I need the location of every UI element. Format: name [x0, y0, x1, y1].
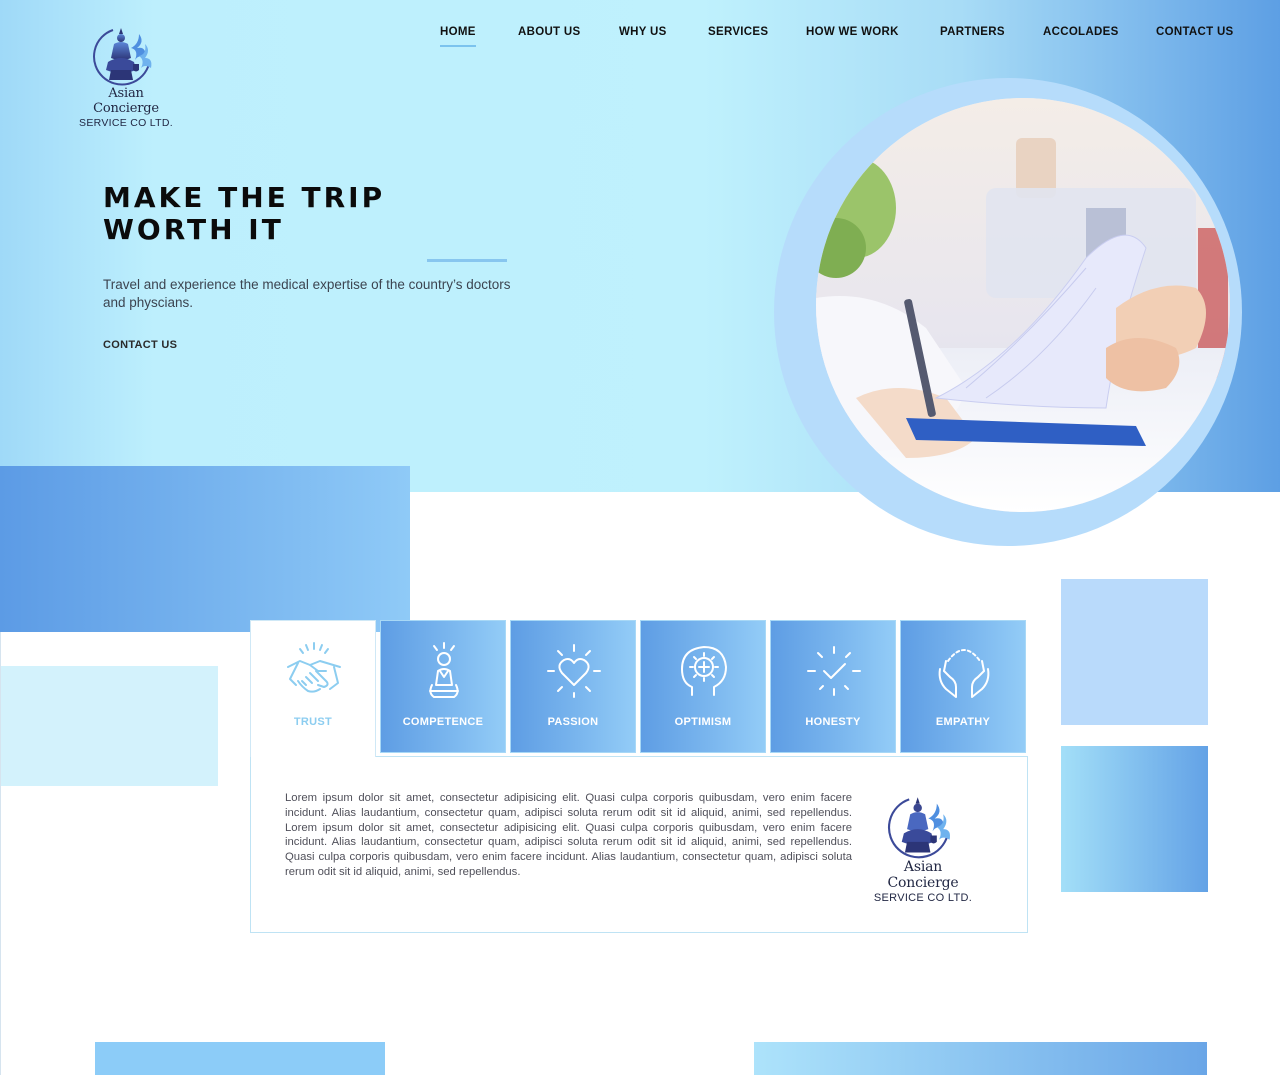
tab-competence[interactable]: COMPETENCE: [380, 620, 506, 753]
logo-name: Asian Concierge: [93, 86, 159, 116]
hero-title-line-2: WORTH IT: [103, 213, 284, 246]
tab-passion-label: PASSION: [547, 716, 599, 728]
nav-home[interactable]: HOME: [440, 26, 476, 47]
logo-subtitle: SERVICE CO LTD.: [79, 117, 173, 129]
buddha-logo-icon: [887, 797, 950, 859]
decorative-block: [754, 1042, 1207, 1075]
values-content-panel: Lorem ipsum dolor sit amet, consectetur …: [250, 756, 1028, 933]
tab-empathy[interactable]: EMPATHY: [900, 620, 1026, 753]
logo-name: Asian Concierge: [887, 859, 959, 891]
tab-passion[interactable]: PASSION: [510, 620, 636, 753]
tab-empathy-label: EMPATHY: [935, 716, 991, 728]
tab-trust-label: TRUST: [293, 716, 333, 728]
tab-honesty[interactable]: HONESTY: [770, 620, 896, 753]
logo-subtitle: SERVICE CO LTD.: [873, 892, 973, 904]
values-tabs: TRUST COMPETENCE PASSION OPTIMISM HONEST…: [250, 620, 1028, 757]
tab-honesty-label: HONESTY: [805, 716, 861, 728]
nav-services[interactable]: SERVICES: [708, 26, 768, 38]
tab-trust[interactable]: TRUST: [250, 620, 376, 757]
nav-about-us[interactable]: ABOUT US: [518, 26, 580, 38]
main-nav: HOME ABOUT US WHY US SERVICES HOW WE WOR…: [0, 26, 1280, 47]
tab-optimism-label: OPTIMISM: [674, 716, 732, 728]
decorative-block: [0, 666, 218, 786]
hero-subtitle: Travel and experience the medical expert…: [103, 277, 511, 310]
decorative-block: [0, 466, 410, 632]
doctor-writing-clipboard-photo: [816, 98, 1230, 512]
hero-divider: [427, 259, 507, 262]
nav-why-us[interactable]: WHY US: [619, 26, 667, 38]
hero-contact-button[interactable]: CONTACT US: [103, 339, 177, 351]
tab-optimism[interactable]: OPTIMISM: [640, 620, 766, 753]
page-edge-line: [0, 632, 1, 1075]
nav-accolades[interactable]: ACCOLADES: [1043, 26, 1119, 38]
hero-title-line-1: MAKE THE TRIP: [103, 181, 386, 214]
nav-how-we-work[interactable]: HOW WE WORK: [806, 26, 899, 38]
hero-title: MAKE THE TRIP WORTH IT: [103, 182, 523, 246]
tab-competence-label: COMPETENCE: [402, 716, 484, 728]
check-icon: [807, 646, 861, 696]
person-award-icon: [429, 642, 459, 698]
values-description: Lorem ipsum dolor sit amet, consectetur …: [285, 792, 852, 878]
panel-logo: Asian Concierge SERVICE CO LTD.: [871, 793, 975, 904]
hero-photo: [816, 98, 1230, 512]
decorative-block: [1061, 746, 1208, 892]
decorative-block: [95, 1042, 385, 1075]
caring-hands-icon: [938, 649, 990, 698]
nav-contact-us[interactable]: CONTACT US: [1156, 26, 1234, 38]
decorative-block: [1061, 579, 1208, 725]
nav-partners[interactable]: PARTNERS: [940, 26, 1005, 38]
handshake-icon: [287, 642, 341, 693]
head-idea-icon: [681, 646, 727, 696]
heart-icon: [547, 644, 601, 698]
